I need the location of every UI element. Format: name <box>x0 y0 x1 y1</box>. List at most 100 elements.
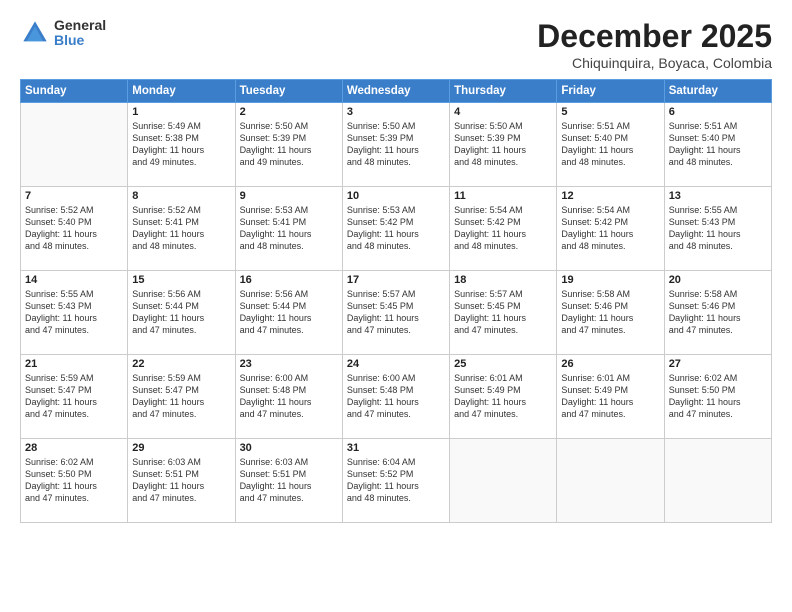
location-subtitle: Chiquinquira, Boyaca, Colombia <box>537 55 772 71</box>
day-number: 27 <box>669 358 767 370</box>
header-tuesday: Tuesday <box>235 80 342 103</box>
title-block: December 2025 Chiquinquira, Boyaca, Colo… <box>537 18 772 71</box>
day-info: Sunrise: 5:52 AM Sunset: 5:40 PM Dayligh… <box>25 204 123 253</box>
calendar-cell: 22 Sunrise: 5:59 AM Sunset: 5:47 PM Dayli… <box>128 355 235 439</box>
day-number: 16 <box>240 274 338 286</box>
calendar-cell: 10 Sunrise: 5:53 AM Sunset: 5:42 PM Dayli… <box>342 187 449 271</box>
day-number: 10 <box>347 190 445 202</box>
day-info: Sunrise: 5:52 AM Sunset: 5:41 PM Dayligh… <box>132 204 230 253</box>
day-info: Sunrise: 6:03 AM Sunset: 5:51 PM Dayligh… <box>240 456 338 505</box>
day-number: 9 <box>240 190 338 202</box>
day-info: Sunrise: 6:02 AM Sunset: 5:50 PM Dayligh… <box>25 456 123 505</box>
day-number: 21 <box>25 358 123 370</box>
calendar-week-2: 7Sunrise: 5:52 AM Sunset: 5:40 PM Daylig… <box>21 187 772 271</box>
day-info: Sunrise: 5:56 AM Sunset: 5:44 PM Dayligh… <box>240 288 338 337</box>
day-info: Sunrise: 5:53 AM Sunset: 5:41 PM Dayligh… <box>240 204 338 253</box>
day-info: Sunrise: 5:50 AM Sunset: 5:39 PM Dayligh… <box>240 120 338 169</box>
calendar-cell: 14 Sunrise: 5:55 AM Sunset: 5:43 PM Dayli… <box>21 271 128 355</box>
day-info: Sunrise: 5:49 AM Sunset: 5:38 PM Dayligh… <box>132 120 230 169</box>
day-info: Sunrise: 6:00 AM Sunset: 5:48 PM Dayligh… <box>347 372 445 421</box>
calendar-cell: 23Sunrise: 6:00 AM Sunset: 5:48 PM Dayli… <box>235 355 342 439</box>
day-number: 3 <box>347 106 445 118</box>
day-info: Sunrise: 6:03 AM Sunset: 5:51 PM Dayligh… <box>132 456 230 505</box>
day-number: 29 <box>132 442 230 454</box>
day-info: Sunrise: 5:55 AM Sunset: 5:43 PM Dayligh… <box>25 288 123 337</box>
day-number: 22 <box>132 358 230 370</box>
header-saturday: Saturday <box>664 80 771 103</box>
calendar-cell <box>664 439 771 523</box>
day-number: 15 <box>132 274 230 286</box>
header-thursday: Thursday <box>450 80 557 103</box>
calendar-cell: 30 Sunrise: 6:03 AM Sunset: 5:51 PM Dayli… <box>235 439 342 523</box>
calendar-cell: 20Sunrise: 5:58 AM Sunset: 5:46 PM Dayli… <box>664 271 771 355</box>
day-number: 24 <box>347 358 445 370</box>
calendar-cell: 29 Sunrise: 6:03 AM Sunset: 5:51 PM Dayli… <box>128 439 235 523</box>
calendar-cell <box>21 103 128 187</box>
day-info: Sunrise: 6:01 AM Sunset: 5:49 PM Dayligh… <box>561 372 659 421</box>
day-number: 11 <box>454 190 552 202</box>
day-info: Sunrise: 5:59 AM Sunset: 5:47 PM Dayligh… <box>132 372 230 421</box>
day-number: 8 <box>132 190 230 202</box>
day-info: Sunrise: 5:50 AM Sunset: 5:39 PM Dayligh… <box>454 120 552 169</box>
calendar-cell: 7Sunrise: 5:52 AM Sunset: 5:40 PM Daylig… <box>21 187 128 271</box>
calendar-cell <box>450 439 557 523</box>
header-wednesday: Wednesday <box>342 80 449 103</box>
calendar-week-3: 14 Sunrise: 5:55 AM Sunset: 5:43 PM Dayli… <box>21 271 772 355</box>
calendar-cell: 12 Sunrise: 5:54 AM Sunset: 5:42 PM Dayli… <box>557 187 664 271</box>
calendar-cell: 27Sunrise: 6:02 AM Sunset: 5:50 PM Dayli… <box>664 355 771 439</box>
calendar-cell: 8 Sunrise: 5:52 AM Sunset: 5:41 PM Daylig… <box>128 187 235 271</box>
day-info: Sunrise: 5:50 AM Sunset: 5:39 PM Dayligh… <box>347 120 445 169</box>
day-number: 4 <box>454 106 552 118</box>
day-number: 26 <box>561 358 659 370</box>
day-info: Sunrise: 5:54 AM Sunset: 5:42 PM Dayligh… <box>561 204 659 253</box>
header-sunday: Sunday <box>21 80 128 103</box>
day-number: 19 <box>561 274 659 286</box>
day-number: 5 <box>561 106 659 118</box>
calendar-cell: 17Sunrise: 5:57 AM Sunset: 5:45 PM Dayli… <box>342 271 449 355</box>
calendar-cell: 15 Sunrise: 5:56 AM Sunset: 5:44 PM Dayli… <box>128 271 235 355</box>
calendar-cell: 28 Sunrise: 6:02 AM Sunset: 5:50 PM Dayli… <box>21 439 128 523</box>
day-info: Sunrise: 6:01 AM Sunset: 5:49 PM Dayligh… <box>454 372 552 421</box>
logo: General Blue <box>20 18 106 49</box>
calendar-week-1: 1 Sunrise: 5:49 AM Sunset: 5:38 PM Daylig… <box>21 103 772 187</box>
calendar-cell: 19Sunrise: 5:58 AM Sunset: 5:46 PM Dayli… <box>557 271 664 355</box>
day-number: 12 <box>561 190 659 202</box>
day-info: Sunrise: 5:58 AM Sunset: 5:46 PM Dayligh… <box>669 288 767 337</box>
day-number: 1 <box>132 106 230 118</box>
day-info: Sunrise: 5:57 AM Sunset: 5:45 PM Dayligh… <box>347 288 445 337</box>
day-number: 13 <box>669 190 767 202</box>
calendar-cell: 9 Sunrise: 5:53 AM Sunset: 5:41 PM Daylig… <box>235 187 342 271</box>
day-info: Sunrise: 6:04 AM Sunset: 5:52 PM Dayligh… <box>347 456 445 505</box>
day-info: Sunrise: 5:53 AM Sunset: 5:42 PM Dayligh… <box>347 204 445 253</box>
day-info: Sunrise: 5:59 AM Sunset: 5:47 PM Dayligh… <box>25 372 123 421</box>
day-number: 18 <box>454 274 552 286</box>
day-number: 14 <box>25 274 123 286</box>
day-number: 6 <box>669 106 767 118</box>
calendar-cell: 1 Sunrise: 5:49 AM Sunset: 5:38 PM Daylig… <box>128 103 235 187</box>
calendar-cell: 4 Sunrise: 5:50 AM Sunset: 5:39 PM Daylig… <box>450 103 557 187</box>
day-info: Sunrise: 5:56 AM Sunset: 5:44 PM Dayligh… <box>132 288 230 337</box>
calendar-cell: 31Sunrise: 6:04 AM Sunset: 5:52 PM Dayli… <box>342 439 449 523</box>
day-info: Sunrise: 5:54 AM Sunset: 5:42 PM Dayligh… <box>454 204 552 253</box>
day-number: 2 <box>240 106 338 118</box>
logo-blue-label: Blue <box>54 33 106 48</box>
day-info: Sunrise: 5:51 AM Sunset: 5:40 PM Dayligh… <box>669 120 767 169</box>
calendar-header-row: Sunday Monday Tuesday Wednesday Thursday… <box>21 80 772 103</box>
calendar-week-4: 21 Sunrise: 5:59 AM Sunset: 5:47 PM Dayli… <box>21 355 772 439</box>
day-info: Sunrise: 5:51 AM Sunset: 5:40 PM Dayligh… <box>561 120 659 169</box>
day-number: 28 <box>25 442 123 454</box>
calendar-cell: 6 Sunrise: 5:51 AM Sunset: 5:40 PM Daylig… <box>664 103 771 187</box>
header-monday: Monday <box>128 80 235 103</box>
header: General Blue December 2025 Chiquinquira,… <box>20 18 772 71</box>
calendar-cell: 25Sunrise: 6:01 AM Sunset: 5:49 PM Dayli… <box>450 355 557 439</box>
calendar-cell: 26 Sunrise: 6:01 AM Sunset: 5:49 PM Dayli… <box>557 355 664 439</box>
logo-text: General Blue <box>54 18 106 49</box>
logo-icon <box>20 18 50 48</box>
day-number: 23 <box>240 358 338 370</box>
calendar-cell: 16 Sunrise: 5:56 AM Sunset: 5:44 PM Dayli… <box>235 271 342 355</box>
day-number: 30 <box>240 442 338 454</box>
day-info: Sunrise: 5:57 AM Sunset: 5:45 PM Dayligh… <box>454 288 552 337</box>
month-title: December 2025 <box>537 18 772 55</box>
calendar-cell: 18 Sunrise: 5:57 AM Sunset: 5:45 PM Dayli… <box>450 271 557 355</box>
calendar-cell: 11 Sunrise: 5:54 AM Sunset: 5:42 PM Dayli… <box>450 187 557 271</box>
